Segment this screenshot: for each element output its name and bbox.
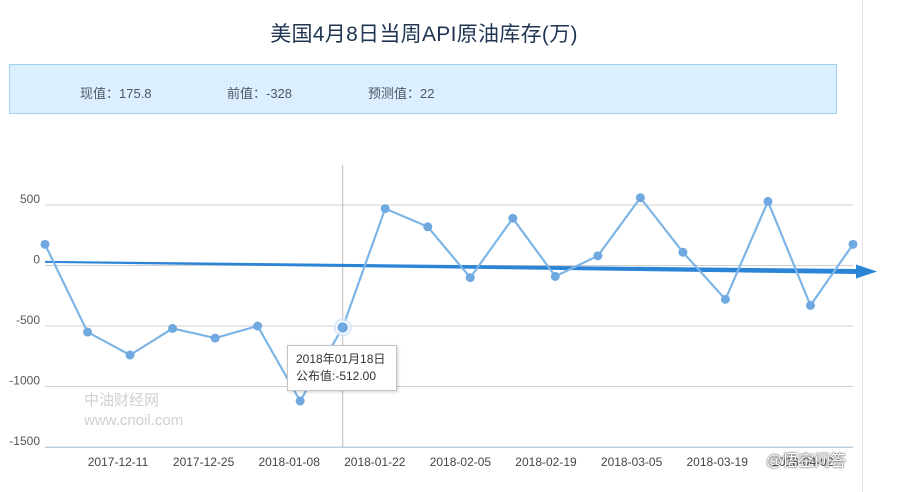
- x-tick-label: 2017-12-11: [88, 455, 149, 469]
- data-point: [295, 396, 305, 406]
- data-series: [40, 193, 858, 406]
- x-tick-label: 2018-03-05: [601, 455, 663, 469]
- x-tick-label: 2018-01-22: [344, 455, 406, 469]
- x-tick-label: 2018-02-05: [430, 455, 492, 469]
- data-point: [848, 239, 858, 249]
- data-point: [168, 323, 178, 333]
- watermark: 中油财经网 www.cnoil.com: [84, 391, 183, 431]
- x-tick-label: 2018-02-19: [515, 455, 577, 469]
- trend-arrow: [45, 260, 877, 279]
- data-point: [380, 204, 390, 214]
- y-tick-label: 500: [20, 192, 40, 206]
- watermark-text: 中油财经网: [84, 392, 160, 409]
- data-point: [125, 350, 135, 360]
- trend-line: [45, 260, 858, 275]
- data-point: [210, 333, 220, 343]
- y-tick-label: -500: [16, 313, 40, 327]
- y-tick-label: -1500: [9, 434, 40, 448]
- data-point: [763, 196, 773, 206]
- data-point: [423, 222, 433, 232]
- data-point-highlighted: [335, 320, 350, 335]
- x-tick-label: 2017-12-25: [173, 455, 235, 469]
- data-point: [508, 213, 518, 223]
- data-point: [720, 294, 730, 304]
- tooltip-date: 2018年01月18日: [296, 352, 386, 366]
- data-point: [465, 273, 475, 283]
- data-point: [678, 247, 688, 257]
- tooltip-value: 公布值:-512.00: [296, 369, 377, 383]
- data-point: [635, 193, 645, 203]
- data-point: [83, 327, 93, 337]
- watermark-url: www.cnoil.com: [84, 412, 184, 429]
- y-tick-label: 0: [33, 253, 40, 267]
- series-line: [44, 196, 854, 403]
- data-point: [550, 271, 560, 281]
- x-tick-label: 2018-03-19: [687, 455, 749, 469]
- brand-watermark: @悟空问答: [766, 453, 847, 470]
- x-tick-label: 2018-01-08: [259, 455, 321, 469]
- data-point: [805, 300, 815, 310]
- data-point: [593, 251, 603, 261]
- y-tick-label: -1000: [9, 374, 40, 388]
- trend-arrowhead: [856, 264, 877, 279]
- data-point: [40, 239, 50, 249]
- data-tooltip: 2018年01月18日 公布值:-512.00: [287, 345, 397, 391]
- data-point: [253, 321, 263, 331]
